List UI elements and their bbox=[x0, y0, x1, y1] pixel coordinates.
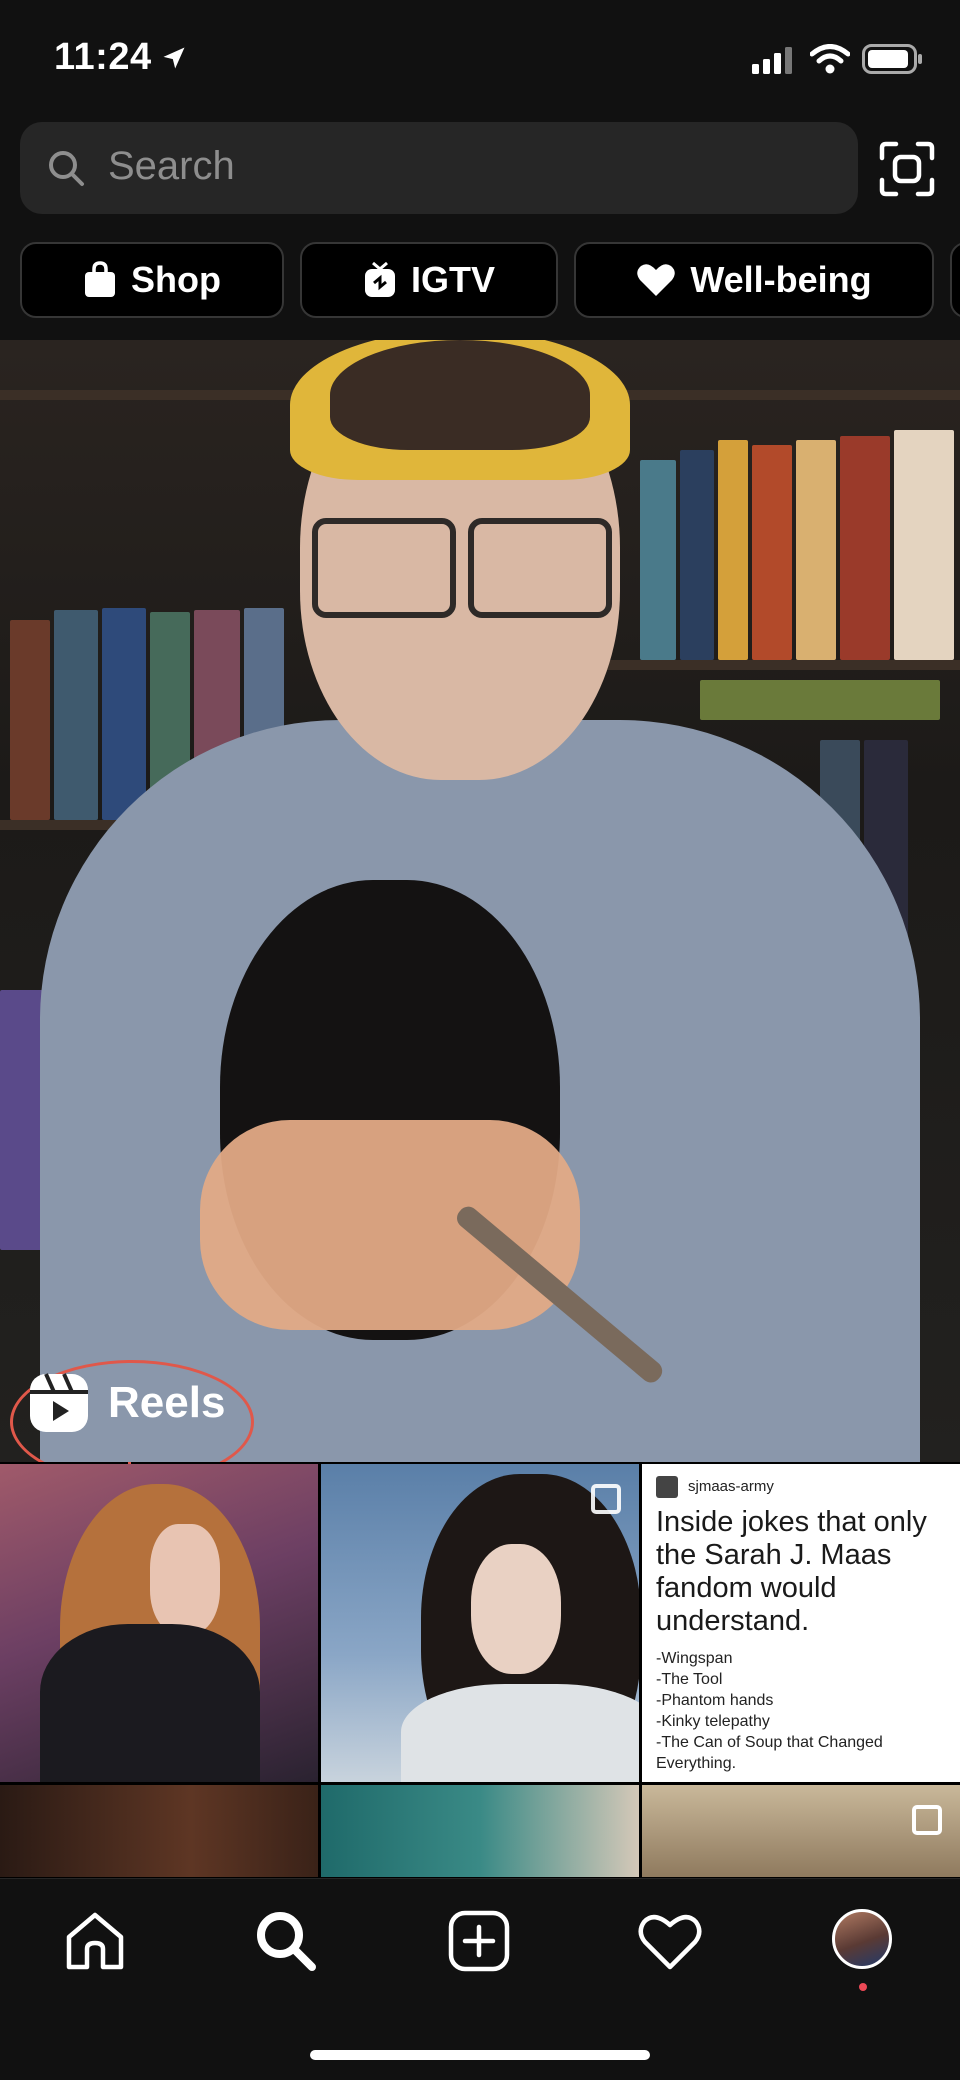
bookshelf bbox=[580, 660, 960, 670]
tab-search[interactable] bbox=[246, 1901, 326, 1981]
book bbox=[840, 436, 890, 660]
glasses-left-lens bbox=[312, 518, 456, 618]
chip-label: IGTV bbox=[410, 259, 495, 300]
post-bullet: -Wingspan bbox=[656, 1650, 733, 1667]
notification-dot bbox=[859, 1983, 867, 1991]
featured-reel[interactable]: Reels bbox=[0, 340, 960, 1462]
reels-badge[interactable]: Reels bbox=[28, 1372, 225, 1434]
wifi-icon bbox=[810, 44, 850, 74]
book bbox=[718, 440, 748, 660]
profile-avatar[interactable] bbox=[832, 1909, 892, 1969]
search-placeholder: Search bbox=[108, 144, 235, 188]
status-time: 11:24 bbox=[54, 36, 152, 78]
tab-new-post[interactable] bbox=[439, 1901, 519, 1981]
chip-shop[interactable]: Shop bbox=[20, 242, 284, 318]
chip-label: Well-being bbox=[690, 259, 872, 300]
carousel-icon bbox=[912, 1805, 942, 1835]
post-bullet: -The Tool bbox=[656, 1671, 723, 1688]
chip-well-being[interactable]: Well-being bbox=[574, 242, 934, 318]
chip-igtv[interactable]: IGTV bbox=[300, 242, 558, 318]
book bbox=[102, 608, 146, 820]
book bbox=[894, 430, 954, 660]
post-bullet: -Phantom hands bbox=[656, 1692, 774, 1709]
reels-label: Reels bbox=[108, 1378, 226, 1427]
grid-post-roses[interactable] bbox=[0, 1785, 318, 1877]
post-bullet: -Kinky telepathy bbox=[656, 1713, 770, 1730]
cellular-signal-icon bbox=[752, 47, 792, 74]
book bbox=[640, 460, 676, 660]
post-avatar bbox=[656, 1476, 678, 1498]
activity-heart-icon bbox=[638, 1915, 702, 1970]
grid-post-red-carpet[interactable] bbox=[642, 1785, 960, 1877]
artwork-outfit bbox=[40, 1624, 260, 1782]
photo-dress bbox=[401, 1684, 639, 1782]
book bbox=[752, 445, 792, 660]
battery-icon bbox=[862, 44, 922, 74]
heart-icon bbox=[637, 264, 676, 296]
chip-label: Shop bbox=[131, 259, 221, 300]
igtv-icon bbox=[364, 261, 395, 297]
tab-home[interactable] bbox=[55, 1901, 135, 1981]
category-chips: Shop IGTV Well-being bbox=[20, 242, 960, 320]
tab-activity[interactable] bbox=[630, 1901, 710, 1981]
qr-scan-icon[interactable] bbox=[878, 140, 936, 198]
post-username: sjmaas-army bbox=[688, 1478, 774, 1495]
grid-post-group-photo[interactable] bbox=[321, 1785, 639, 1877]
shopping-bag-icon bbox=[85, 261, 115, 297]
book bbox=[10, 620, 50, 820]
new-post-icon bbox=[448, 1910, 510, 1972]
search-input[interactable]: Search bbox=[20, 122, 858, 214]
post-headline: Inside jokes that only the Sarah J. Maas… bbox=[656, 1506, 927, 1637]
book bbox=[796, 440, 836, 660]
home-indicator bbox=[310, 2050, 650, 2060]
home-icon bbox=[66, 1912, 124, 1970]
location-arrow-icon bbox=[163, 47, 185, 69]
glasses-right-lens bbox=[468, 518, 612, 618]
book bbox=[54, 610, 98, 820]
status-bar: 11:24 bbox=[0, 0, 960, 120]
person-hands bbox=[200, 1120, 580, 1330]
book bbox=[700, 680, 940, 720]
post-bullet: -The Can of Soup that Changed Everything… bbox=[656, 1734, 883, 1772]
grid-post-text[interactable]: sjmaas-army Inside jokes that only the S… bbox=[642, 1464, 960, 1782]
book bbox=[680, 450, 714, 660]
person-hair bbox=[330, 340, 590, 450]
reels-icon bbox=[30, 1373, 88, 1432]
grid-post-fantasy-art[interactable] bbox=[0, 1464, 318, 1782]
search-icon bbox=[49, 151, 84, 186]
explore-header: Search Shop IGTV Well-being bbox=[0, 120, 960, 340]
grid-post-elf-portrait[interactable] bbox=[321, 1464, 639, 1782]
carousel-icon bbox=[591, 1484, 621, 1514]
chip-more[interactable] bbox=[950, 242, 960, 318]
search-icon bbox=[257, 1912, 316, 1971]
photo-face bbox=[471, 1544, 561, 1674]
post-bullets: -Wingspan -The Tool -Phantom hands -Kink… bbox=[656, 1648, 952, 1774]
artwork-face bbox=[150, 1524, 220, 1634]
